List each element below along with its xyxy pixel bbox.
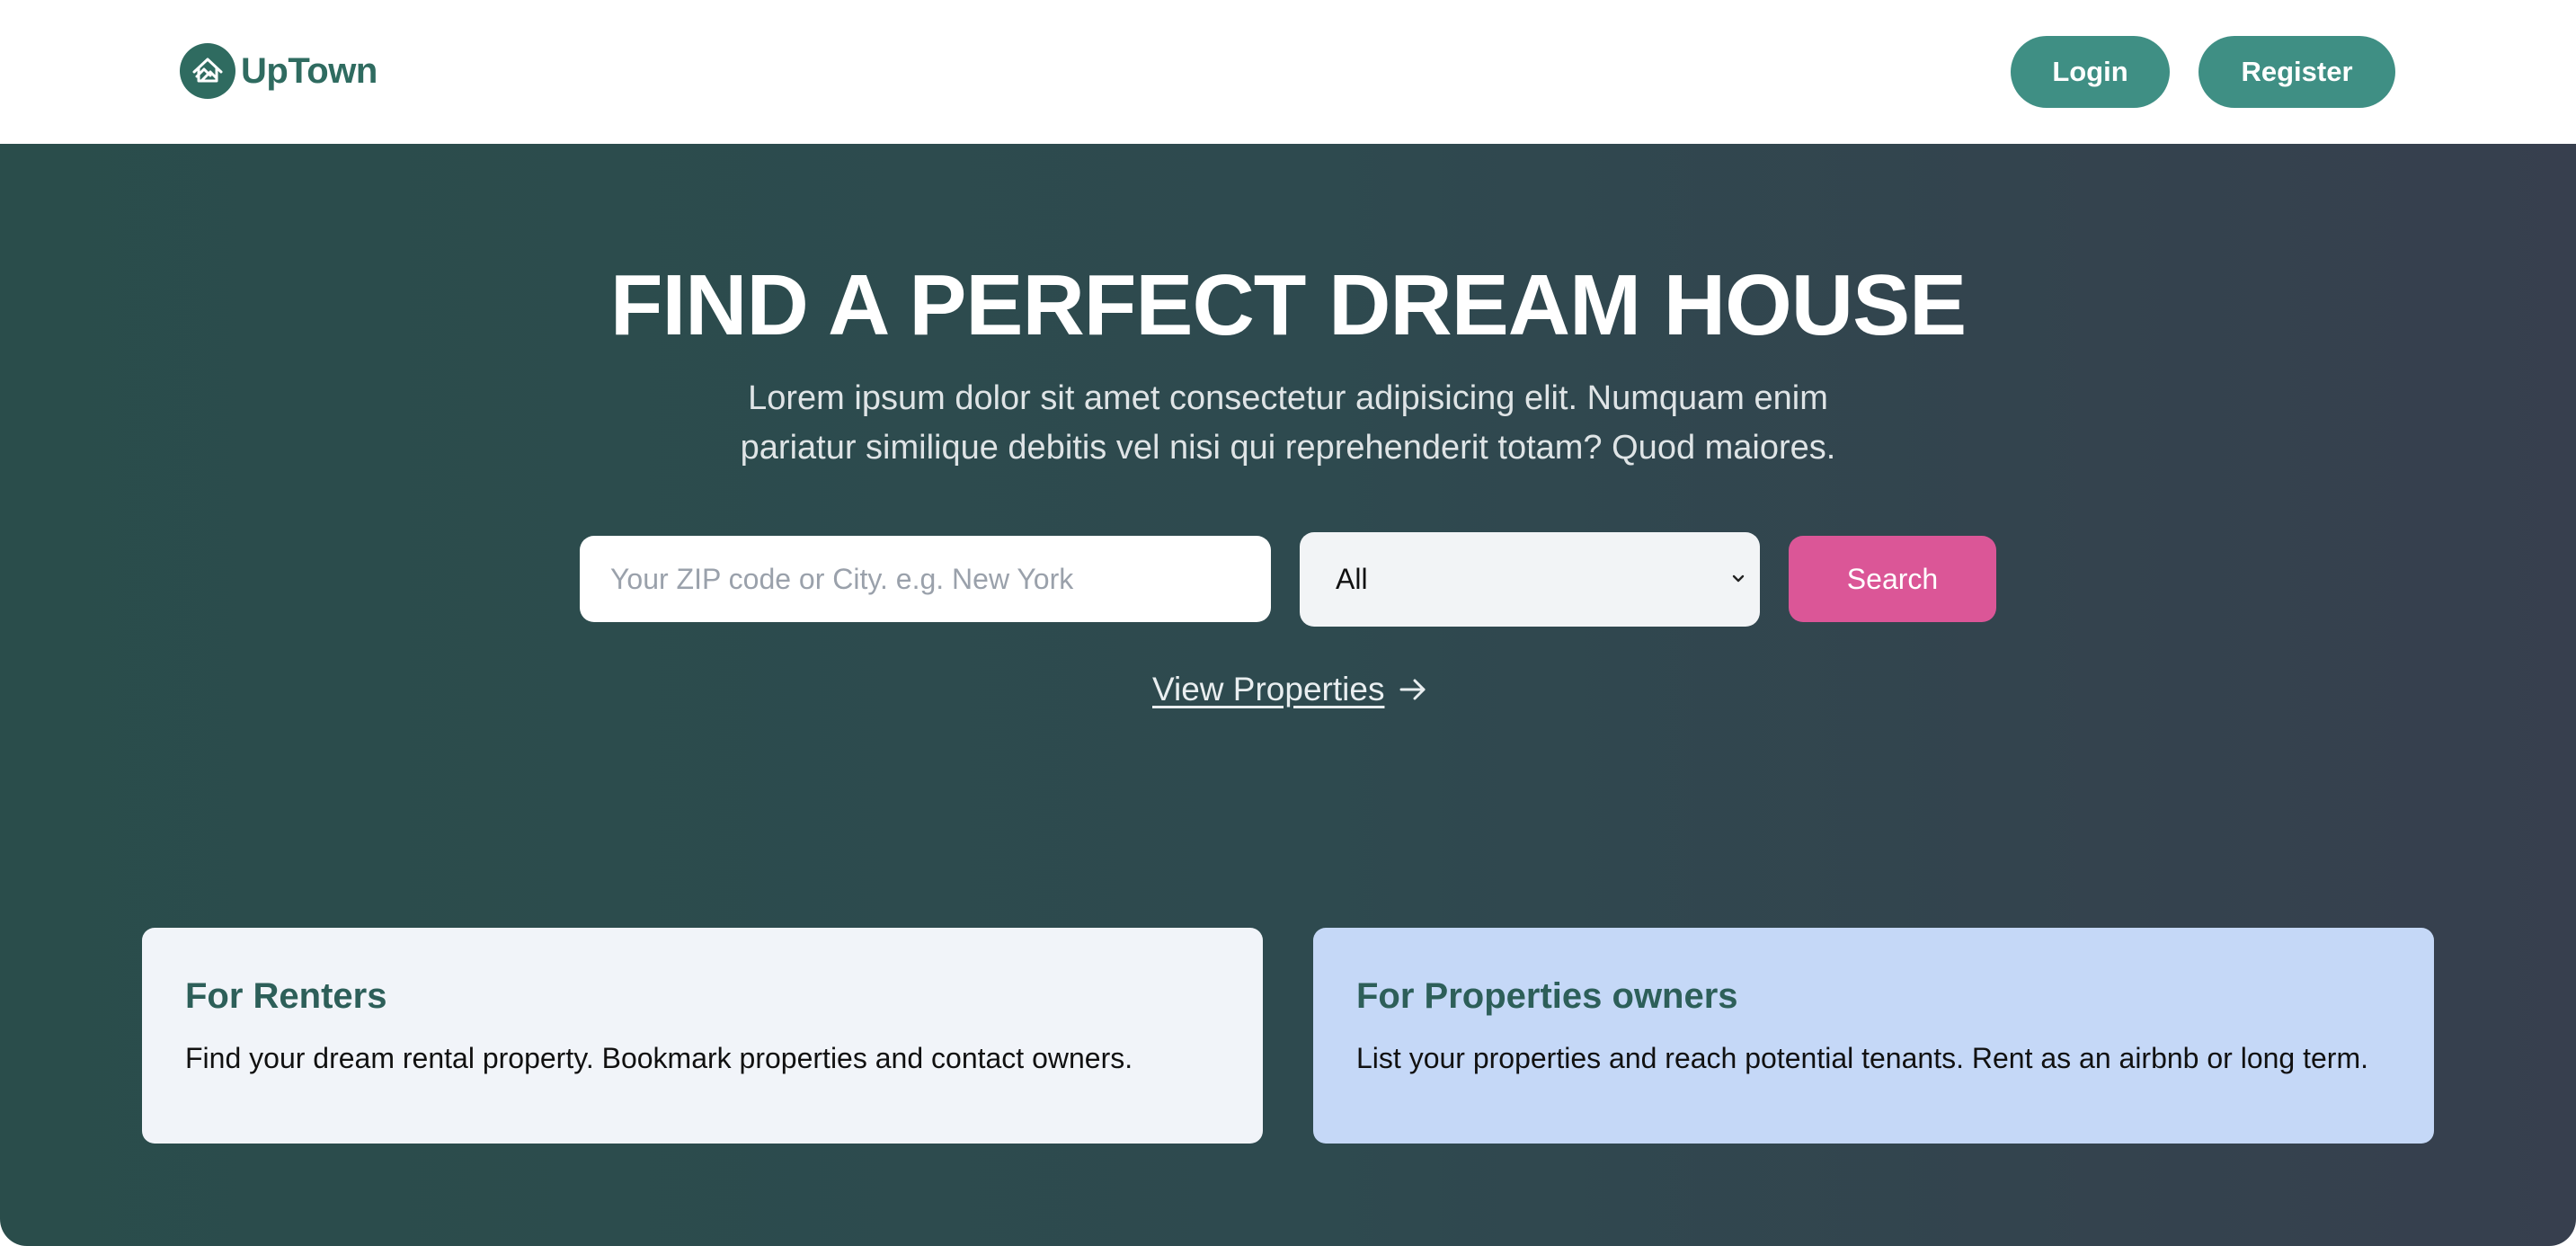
location-search-input[interactable] [580, 536, 1271, 622]
property-type-selected-value: All [1336, 563, 1368, 595]
register-button[interactable]: Register [2198, 36, 2395, 108]
house-hands-logo-icon [180, 43, 235, 99]
top-navbar: UpTown Login Register [0, 0, 2576, 144]
renters-card-title: For Renters [185, 976, 387, 1016]
hero-section: FIND A PERFECT DREAM HOUSE Lorem ipsum d… [0, 144, 2576, 1246]
chevron-down-icon [1732, 574, 1745, 583]
renters-card: For Renters Find your dream rental prope… [142, 928, 1263, 1144]
arrow-right-icon [1399, 679, 1426, 700]
login-button[interactable]: Login [2011, 36, 2170, 108]
owners-card-text: List your properties and reach potential… [1356, 1042, 2368, 1074]
hero-title: FIND A PERFECT DREAM HOUSE [609, 257, 1967, 353]
search-button[interactable]: Search [1789, 536, 1996, 622]
brand-name: UpTown [241, 50, 378, 91]
view-properties-label: View Properties [1152, 671, 1385, 708]
property-type-select[interactable]: All [1300, 532, 1760, 627]
renters-card-text: Find your dream rental property. Bookmar… [185, 1042, 1133, 1074]
view-properties-link[interactable]: View Properties [1152, 671, 1427, 708]
hero-subtitle: Lorem ipsum dolor sit amet consectetur a… [740, 379, 1836, 467]
owners-card-title: For Properties owners [1356, 976, 1738, 1016]
brand-logo-link[interactable]: UpTown [180, 43, 378, 99]
owners-card: For Properties owners List your properti… [1313, 928, 2434, 1144]
